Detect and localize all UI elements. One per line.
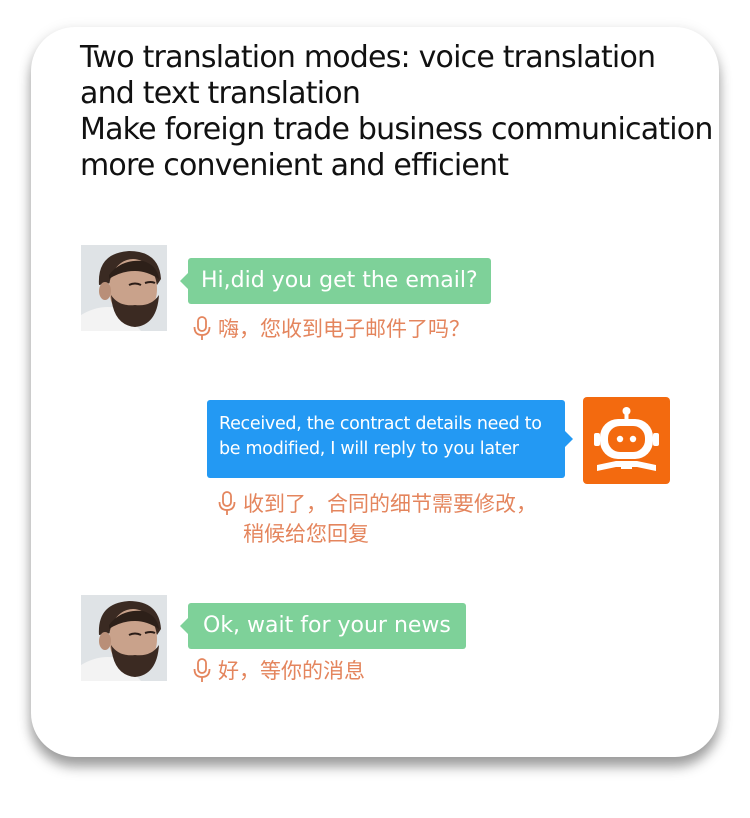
man-portrait-icon — [81, 595, 167, 681]
translator-bot-avatar[interactable] — [583, 397, 670, 484]
message-text: Ok, wait for your news — [203, 613, 451, 638]
robot-icon — [594, 407, 659, 471]
message-bubble[interactable]: Ok, wait for your news — [180, 603, 466, 649]
message-bubble[interactable]: Hi,did you get the email? — [180, 258, 491, 304]
man-portrait-icon — [81, 245, 167, 331]
translation: 收到了，合同的细节需要修改， 稍候给您回复 — [217, 489, 537, 549]
translation-text: 收到了，合同的细节需要修改， — [243, 492, 537, 516]
headline-line: Two translation modes: voice translation — [80, 40, 656, 75]
headline-line: more convenient and efficient — [80, 148, 509, 183]
message-bubble[interactable]: Received, the contract details need to b… — [207, 400, 573, 478]
translation: 嗨，您收到电子邮件了吗？ — [192, 314, 470, 344]
translation: 好，等你的消息 — [192, 656, 365, 686]
microphone-icon[interactable] — [192, 658, 212, 684]
microphone-icon[interactable] — [192, 316, 212, 342]
translation-text: 稍候给您回复 — [243, 522, 369, 546]
headline-line: and text translation — [80, 76, 361, 111]
microphone-icon[interactable] — [217, 491, 237, 517]
headline-line: Make foreign trade business communicatio… — [80, 112, 713, 147]
translation-text: 好，等你的消息 — [218, 659, 365, 683]
user-avatar[interactable] — [81, 595, 167, 681]
translation-text: 嗨，您收到电子邮件了吗？ — [218, 317, 470, 341]
message-text: be modified, I will reply to you later — [219, 439, 519, 459]
message-text: Hi,did you get the email? — [201, 268, 478, 293]
headline: Two translation modes: voice translation… — [80, 40, 720, 184]
message-text: Received, the contract details need to — [219, 414, 542, 434]
user-avatar[interactable] — [81, 245, 167, 331]
